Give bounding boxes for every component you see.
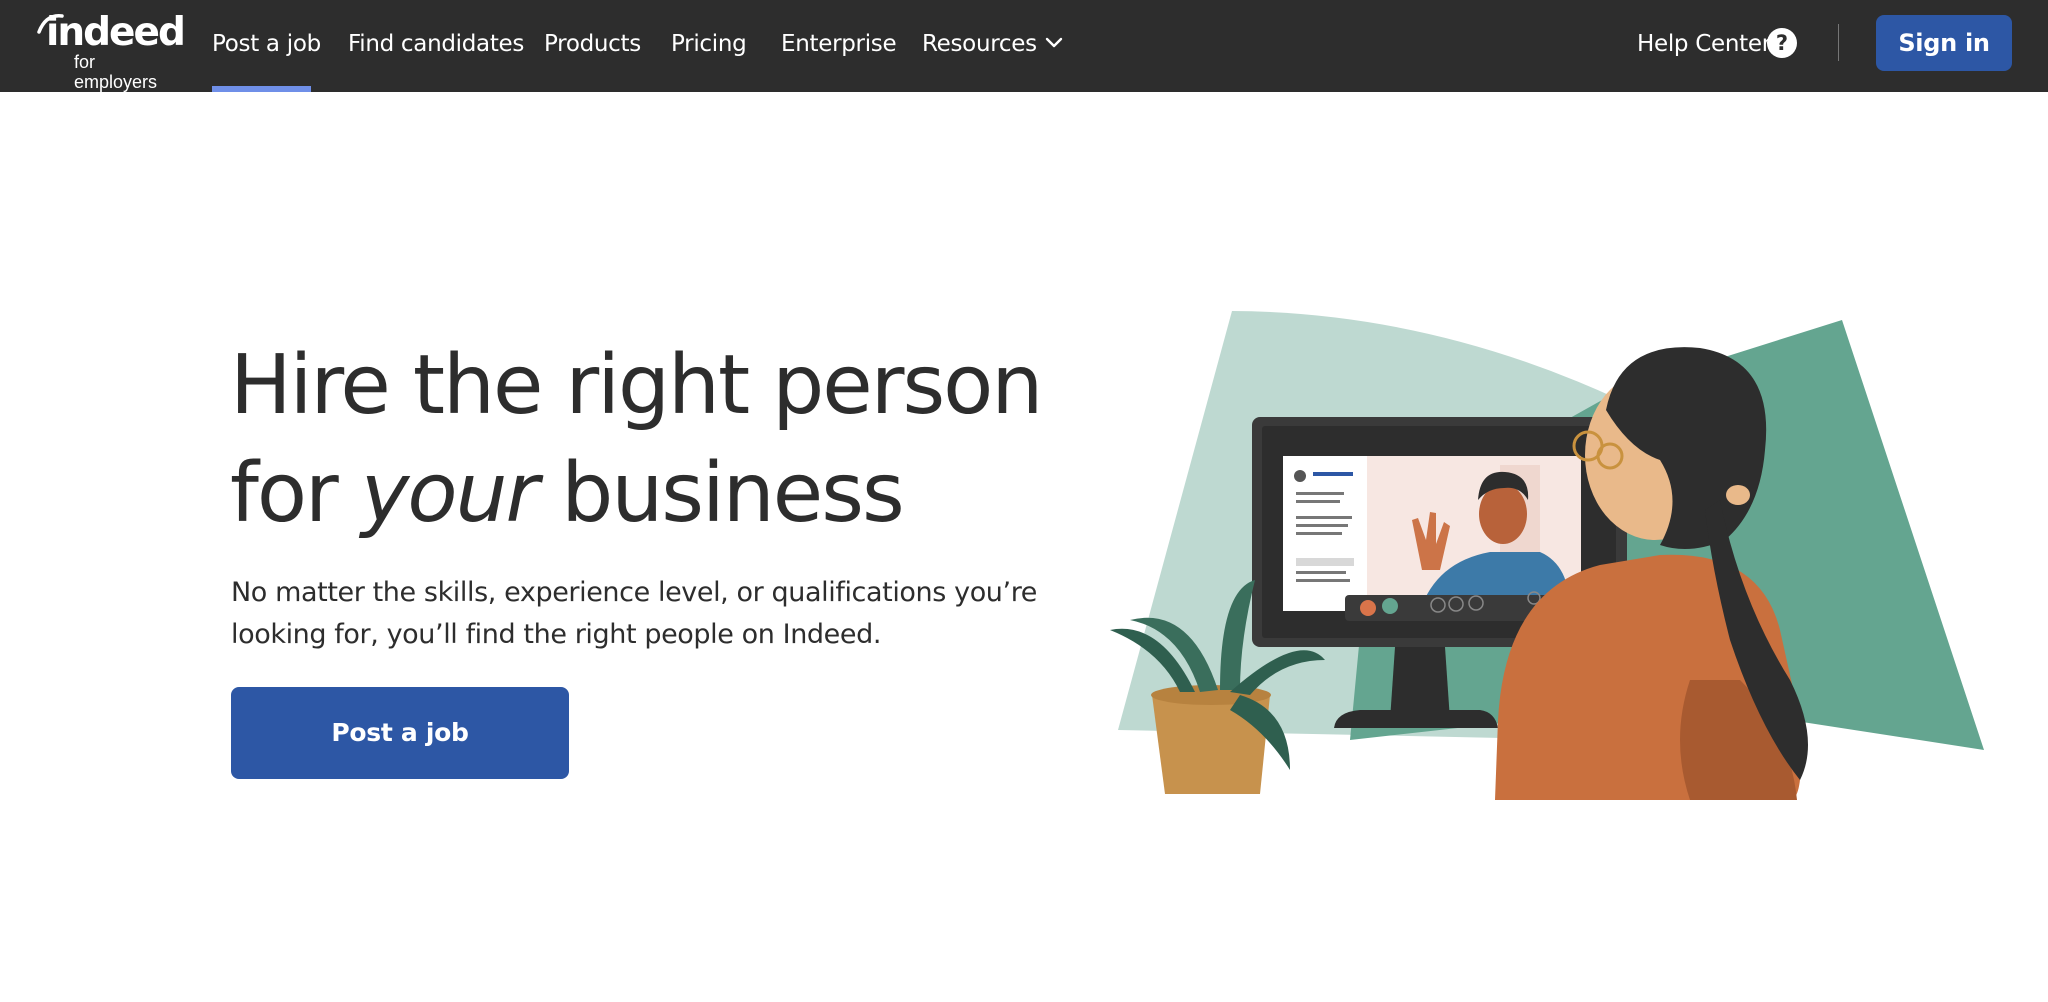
headline-line-1: Hire the right person [230,338,1043,433]
sign-in-button[interactable]: Sign in [1876,15,2012,71]
top-nav-bar: indeed for employers Post a job Find can… [0,0,2048,92]
headline-line-2-post: business [537,446,904,541]
logo-wordmark: indeed [46,10,186,55]
nav-post-a-job[interactable]: Post a job [212,0,321,88]
nav-enterprise[interactable]: Enterprise [781,0,897,88]
nav-resources-dropdown[interactable]: Resources [922,0,1063,88]
nav-pricing[interactable]: Pricing [671,0,747,88]
nav-products[interactable]: Products [544,0,641,88]
headline-emphasis: your [360,446,539,541]
chevron-down-icon [1045,37,1062,47]
hero-illustration [1110,311,1984,800]
header-divider [1838,24,1839,61]
headline-line-2-pre: for [230,446,361,541]
active-tab-indicator [212,86,311,92]
nav-resources-label: Resources [922,31,1037,57]
indeed-for-employers-logo[interactable]: indeed for employers [36,10,186,92]
hero-subtext: No matter the skills, experience level, … [231,577,1038,650]
question-circle-icon[interactable]: ? [1767,28,1797,58]
post-a-job-button[interactable]: Post a job [231,687,569,779]
nav-find-candidates[interactable]: Find candidates [348,0,524,88]
help-center-link[interactable]: Help Center [1637,0,1771,88]
logo-tagline: for employers [74,52,158,92]
hero-headline: Hire the right person for your business [230,332,1110,548]
